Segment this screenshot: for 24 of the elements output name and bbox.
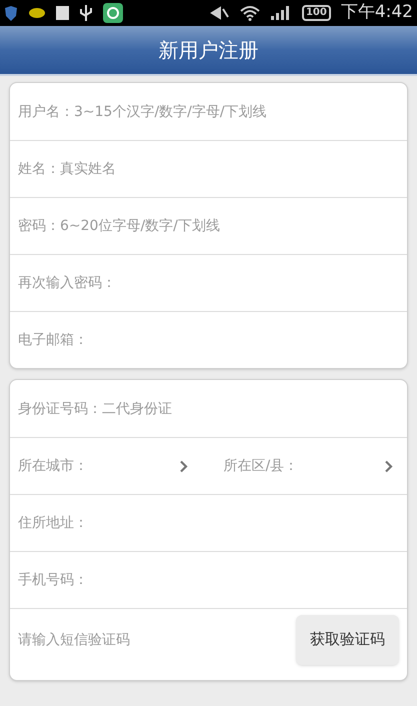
input-field[interactable]: 住所地址： [18, 503, 399, 543]
input-field[interactable]: 用户名：3~15个汉字/数字/字母/下划线 [18, 92, 399, 132]
dropdown-selector[interactable]: 所在区/县： [224, 446, 399, 486]
clock: 下午4:42 [340, 1, 413, 24]
wifi-icon [240, 5, 260, 21]
blob-icon [28, 7, 46, 19]
shield-icon [4, 4, 18, 22]
input-field[interactable]: 密码：6~20位字母/数字/下划线 [18, 206, 399, 246]
signal-icon [270, 5, 292, 21]
input-field[interactable]: 姓名：真实姓名 [18, 149, 399, 189]
page-title: 新用户注册 [158, 37, 258, 64]
usb-icon [79, 4, 93, 22]
input-field[interactable]: 再次输入密码： [18, 263, 399, 303]
chevron-icon [178, 460, 188, 472]
square-icon [56, 6, 69, 20]
app-icon [103, 3, 123, 23]
get-code-button[interactable]: 获取验证码 [296, 614, 399, 664]
input-field[interactable]: 请输入短信验证码 [18, 620, 296, 660]
input-field[interactable]: 身份证号码：二代身份证 [18, 388, 399, 428]
input-field[interactable]: 电子邮箱： [18, 320, 399, 360]
battery-indicator: 100 [302, 5, 331, 21]
input-field[interactable]: 手机号码： [18, 560, 399, 600]
chevron-icon [384, 460, 393, 472]
dropdown-selector[interactable]: 所在城市： [18, 446, 194, 486]
